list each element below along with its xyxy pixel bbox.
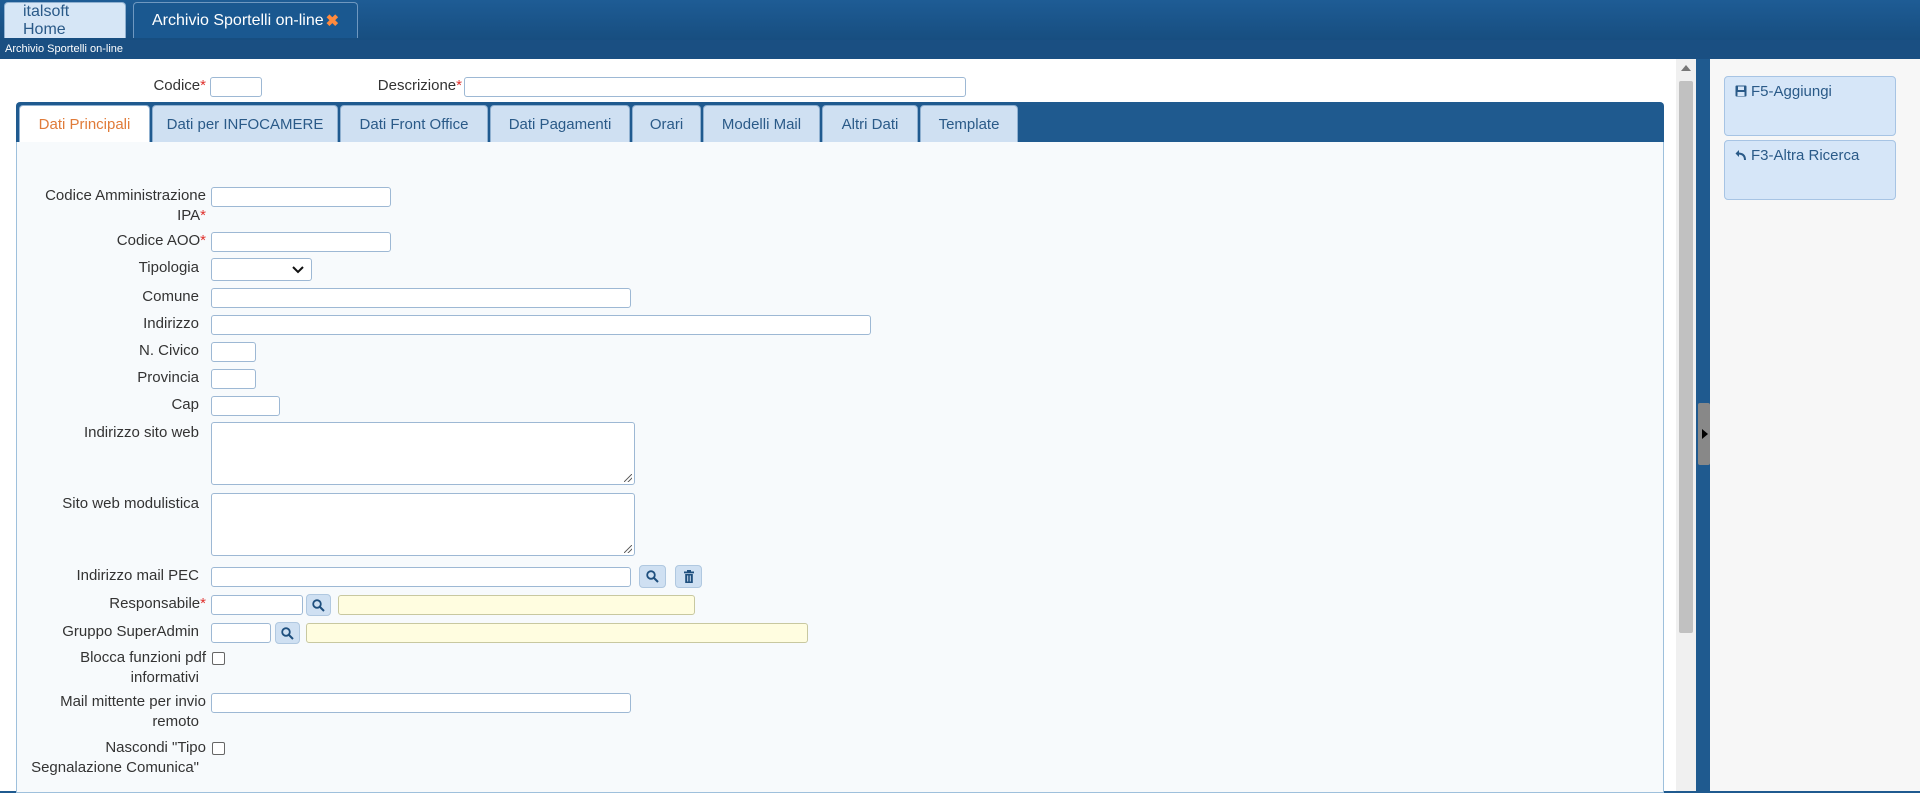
save-icon	[1735, 85, 1747, 97]
provincia-input[interactable]	[211, 369, 256, 389]
search-icon	[312, 598, 325, 612]
tab-label: italsoft Home	[23, 2, 70, 38]
mail-mittente-input[interactable]	[211, 693, 631, 713]
tab-dati-principali[interactable]: Dati Principali	[19, 105, 150, 142]
ipa-input[interactable]	[211, 187, 391, 207]
tab-orari[interactable]: Orari	[632, 105, 701, 142]
scrollbar-thumb[interactable]	[1679, 81, 1693, 633]
gruppo-name-display	[306, 623, 808, 643]
tab-dati-pagamenti[interactable]: Dati Pagamenti	[490, 105, 630, 142]
scroll-up-icon[interactable]	[1681, 65, 1691, 71]
search-icon	[281, 626, 294, 640]
nascondi-label: Nascondi "Tipo Segnalazione Comunica"	[31, 739, 206, 776]
search-icon	[646, 570, 659, 583]
descrizione-label: Descrizione*	[377, 77, 462, 94]
codice-input[interactable]	[210, 77, 262, 97]
vertical-scrollbar[interactable]	[1676, 59, 1696, 791]
comune-input[interactable]	[211, 288, 631, 308]
tab-italsoft-home[interactable]: italsoft Home	[4, 2, 126, 38]
add-button[interactable]: F5-Aggiungi	[1724, 76, 1896, 136]
tipologia-label: Tipologia	[138, 259, 199, 276]
aoo-input[interactable]	[211, 232, 391, 252]
tab-template[interactable]: Template	[920, 105, 1018, 142]
blocca-checkbox[interactable]	[212, 652, 225, 665]
responsabile-label: Responsabile*	[109, 595, 206, 612]
nascondi-checkbox[interactable]	[212, 742, 225, 755]
chevron-down-icon	[292, 266, 304, 274]
search-pec-button[interactable]	[639, 565, 666, 588]
civico-input[interactable]	[211, 342, 256, 362]
mail-pec-input[interactable]	[211, 567, 631, 587]
main-content: Codice* Descrizione* Dati Principali Dat…	[0, 59, 1676, 793]
top-tab-bar: italsoft Home Archivio Sportelli on-line…	[0, 0, 1920, 40]
mail-pec-label: Indirizzo mail PEC	[76, 567, 199, 584]
cap-input[interactable]	[211, 396, 280, 416]
other-search-button-label: F3-Altra Ricerca	[1751, 147, 1860, 164]
search-gruppo-button[interactable]	[275, 622, 300, 644]
ipa-label: Codice Amministrazione IPA*	[45, 187, 206, 224]
sito-web-label: Indirizzo sito web	[83, 424, 199, 441]
indirizzo-input[interactable]	[211, 315, 871, 335]
resize-grip-icon[interactable]	[624, 545, 632, 553]
descrizione-input[interactable]	[464, 77, 966, 97]
form-area: Codice* Descrizione* Dati Principali Dat…	[2, 61, 1672, 793]
undo-icon	[1735, 150, 1746, 161]
aoo-label: Codice AOO*	[116, 232, 206, 249]
action-sidebar: F5-Aggiungi F3-Altra Ricerca	[1710, 59, 1920, 791]
other-search-button[interactable]: F3-Altra Ricerca	[1724, 140, 1896, 200]
provincia-label: Provincia	[137, 369, 199, 386]
gruppo-label: Gruppo SuperAdmin	[62, 623, 199, 640]
sito-web-textarea[interactable]	[211, 422, 635, 485]
sito-modulistica-label: Sito web modulistica	[62, 495, 199, 512]
blocca-label: Blocca funzioni pdf informativi	[80, 649, 206, 686]
indirizzo-label: Indirizzo	[143, 315, 199, 332]
mail-mittente-label: Mail mittente per invio remoto	[60, 693, 206, 730]
civico-label: N. Civico	[138, 342, 199, 359]
tab-altri-dati[interactable]: Altri Dati	[822, 105, 918, 142]
tipologia-select[interactable]	[211, 258, 312, 281]
cap-label: Cap	[171, 396, 199, 413]
tab-modelli-mail[interactable]: Modelli Mail	[703, 105, 820, 142]
window-subtitle: Archivio Sportelli on-line	[0, 40, 1920, 59]
search-responsabile-button[interactable]	[306, 594, 331, 616]
panel-splitter[interactable]	[1696, 59, 1710, 791]
close-tab-icon[interactable]: ✖	[326, 11, 339, 31]
tab-label: Archivio Sportelli on-line	[152, 11, 324, 29]
gruppo-code-input[interactable]	[211, 623, 271, 643]
responsabile-code-input[interactable]	[211, 595, 303, 615]
resize-grip-icon[interactable]	[624, 474, 632, 482]
tab-archivio-sportelli[interactable]: Archivio Sportelli on-line ✖	[133, 2, 358, 38]
comune-label: Comune	[142, 288, 199, 305]
add-button-label: F5-Aggiungi	[1751, 83, 1832, 100]
tab-dati-front-office[interactable]: Dati Front Office	[340, 105, 488, 142]
collapse-handle-icon[interactable]	[1698, 403, 1710, 465]
responsabile-name-display	[338, 595, 695, 615]
delete-pec-button[interactable]	[675, 565, 702, 588]
codice-label: Codice*	[153, 77, 206, 94]
tab-dati-infocamere[interactable]: Dati per INFOCAMERE	[152, 105, 338, 142]
sito-modulistica-textarea[interactable]	[211, 493, 635, 556]
trash-icon	[683, 570, 694, 583]
form-tabs-bar: Dati Principali Dati per INFOCAMERE Dati…	[16, 102, 1664, 142]
